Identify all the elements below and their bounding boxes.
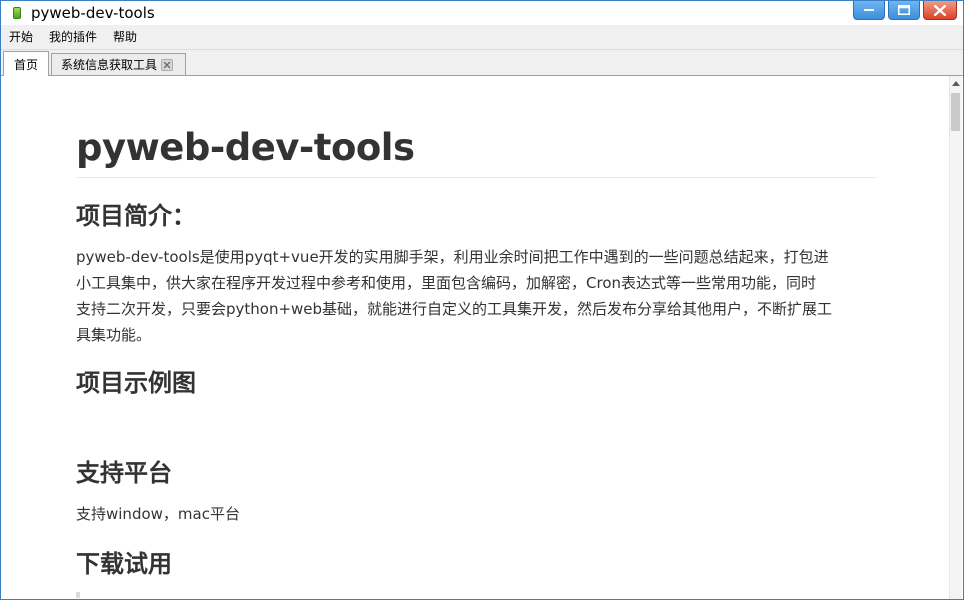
tab-close-icon — [163, 61, 171, 68]
list-marker — [76, 592, 80, 598]
menu-bar: 开始 我的插件 帮助 — [1, 26, 963, 50]
tab-bar: 首页 系统信息获取工具 — [1, 50, 963, 76]
tab-home-label: 首页 — [13, 57, 38, 72]
menu-help[interactable]: 帮助 — [105, 26, 145, 49]
menu-start[interactable]: 开始 — [1, 26, 41, 49]
intro-line-2: 小工具集中，供大家在程序开发过程中参考和使用，里面包含编码，加解密，Cron表达… — [76, 274, 817, 292]
scroll-up-arrow-icon[interactable] — [952, 81, 960, 86]
page-title: pyweb-dev-tools — [76, 126, 415, 169]
minimize-icon — [864, 9, 874, 11]
maximize-button[interactable] — [888, 1, 920, 20]
section-heading-intro: 项目简介： — [76, 202, 196, 230]
tab-system-info-tool[interactable]: 系统信息获取工具 — [51, 53, 186, 75]
maximize-icon — [898, 5, 910, 15]
intro-line-3: 支持二次开发，只要会python+web基础，就能进行自定义的工具集开发，然后发… — [76, 300, 833, 318]
vertical-scrollbar[interactable] — [949, 76, 962, 599]
tab-close-button[interactable] — [161, 58, 174, 71]
title-divider — [76, 177, 877, 178]
close-icon — [934, 4, 946, 16]
close-button[interactable] — [923, 1, 957, 20]
app-window: pyweb-dev-tools 开始 我的插件 帮助 首页 系统信息获取工具 p… — [0, 0, 964, 600]
tab-home[interactable]: 首页 — [3, 51, 49, 76]
window-title: pyweb-dev-tools — [31, 4, 155, 22]
platform-text: 支持window，mac平台 — [76, 505, 240, 523]
tab-system-info-label: 系统信息获取工具 — [61, 58, 158, 72]
window-controls — [853, 1, 957, 20]
title-bar[interactable]: pyweb-dev-tools — [1, 1, 963, 25]
app-icon — [13, 7, 21, 19]
content-area: pyweb-dev-tools 项目简介： pyweb-dev-tools是使用… — [1, 76, 963, 599]
section-heading-screenshots: 项目示例图 — [76, 369, 196, 397]
section-heading-platforms: 支持平台 — [76, 459, 172, 487]
menu-my-plugins[interactable]: 我的插件 — [41, 26, 105, 49]
intro-line-4: 具集功能。 — [76, 326, 152, 344]
minimize-button[interactable] — [853, 1, 885, 20]
intro-paragraph: pyweb-dev-tools是使用pyqt+vue开发的实用脚手架，利用业余时… — [76, 244, 877, 348]
intro-line-1: pyweb-dev-tools是使用pyqt+vue开发的实用脚手架，利用业余时… — [76, 248, 829, 266]
scroll-thumb[interactable] — [951, 93, 960, 131]
section-heading-download: 下载试用 — [76, 550, 172, 578]
